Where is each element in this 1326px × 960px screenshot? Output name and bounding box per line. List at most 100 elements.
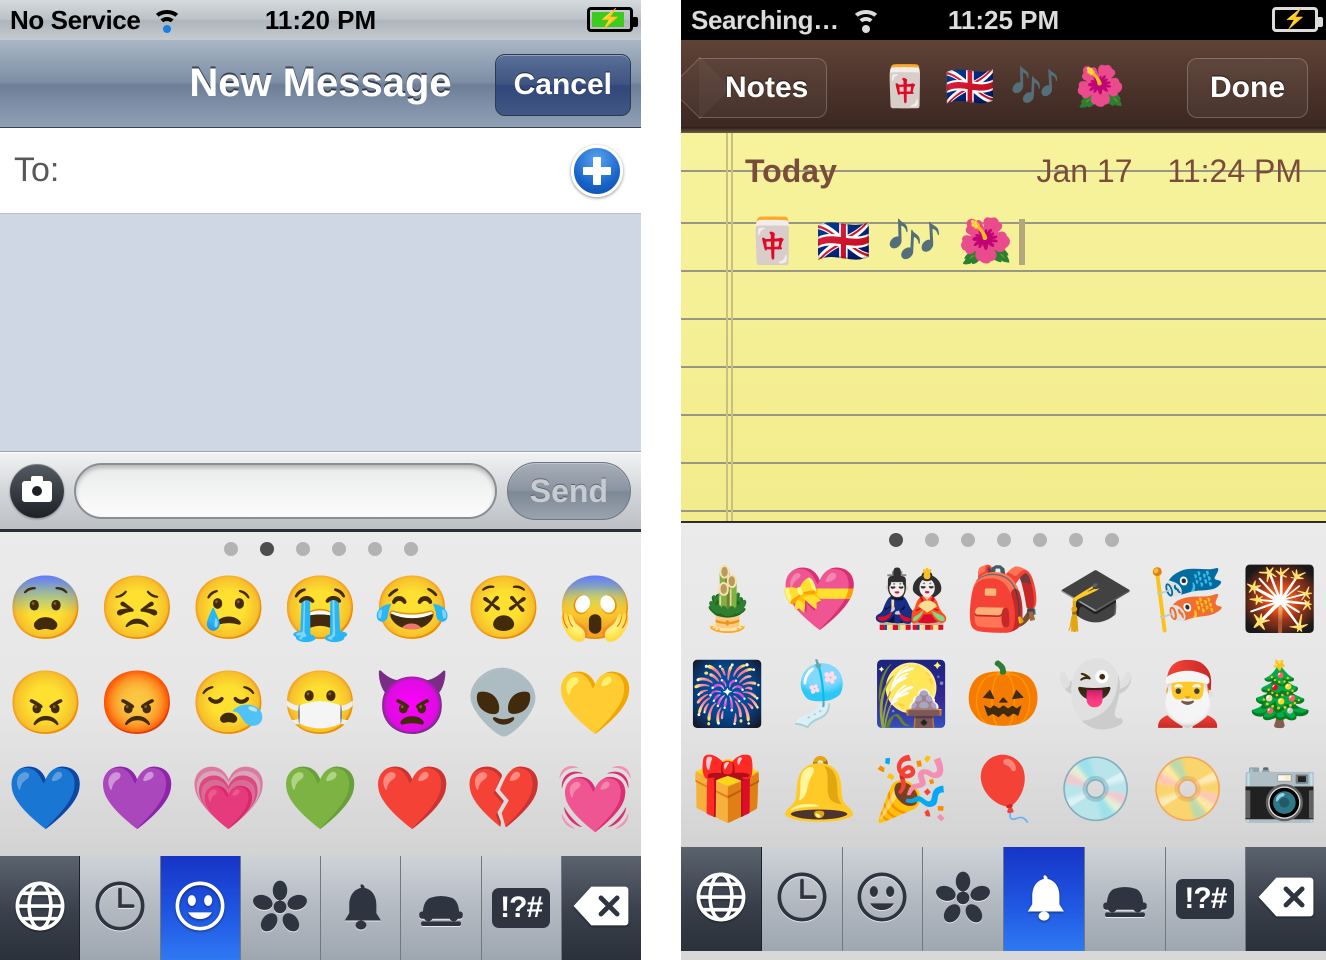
battery-charging-icon: ⚡: [1272, 7, 1323, 32]
emoji-key-school-backpack[interactable]: 🎒: [957, 553, 1049, 648]
page-dot[interactable]: [1104, 533, 1119, 547]
back-to-notes-button[interactable]: Notes: [699, 58, 828, 118]
emoji-keyboard-left: 😨 😣 😢 😭 😂 😵 😱 😠 😡 😪 😷 👿 👽 💛 💙 💜 💗 💚 ❤️ 💔 💓: [0, 532, 641, 856]
keyboard-tab-globe[interactable]: [681, 847, 762, 951]
emoji-key-broken-heart[interactable]: 💔: [458, 751, 550, 846]
keyboard-tab-symbols[interactable]: !?#: [1165, 847, 1247, 951]
keyboard-tab-globe[interactable]: [0, 856, 81, 960]
page-dot[interactable]: [295, 542, 310, 556]
emoji-key-growing-heart[interactable]: 💗: [183, 751, 275, 846]
keyboard-tab-car[interactable]: [1084, 847, 1166, 951]
emoji-key-dizzy-face[interactable]: 😵: [458, 562, 550, 657]
emoji-key-yellow-heart[interactable]: 💛: [549, 657, 641, 752]
delete-icon: [1257, 868, 1315, 931]
emoji-key-bell[interactable]: 🔔: [773, 742, 865, 837]
emoji-grid[interactable]: 🎍 💝 🎎 🎒 🎓 🎏 🎇 🎆 🎐 🎑 🎃 👻 🎅 🎄 🎁 🔔 🎉 🎈 💿 📀 📷: [681, 553, 1326, 837]
recipient-row[interactable]: To:: [0, 128, 641, 214]
emoji-key-dvd[interactable]: 📀: [1142, 742, 1234, 837]
keyboard-tab-delete[interactable]: [1246, 847, 1326, 951]
emoji-key-moon-viewing-ceremony[interactable]: 🎑: [865, 648, 957, 743]
emoji-key-loudly-crying-face[interactable]: 😭: [275, 562, 367, 657]
emoji-key-party-popper[interactable]: 🎉: [865, 742, 957, 837]
emoji-key-pouting-face[interactable]: 😡: [92, 657, 184, 752]
message-input[interactable]: [74, 463, 497, 519]
keyboard-tab-smiley[interactable]: [842, 847, 924, 951]
plus-circle-icon[interactable]: [571, 144, 623, 197]
status-bar-left: No Service 11:20 PM ⚡: [0, 0, 641, 40]
emoji-key-camera[interactable]: 📷: [1234, 742, 1326, 837]
emoji-grid[interactable]: 😨 😣 😢 😭 😂 😵 😱 😠 😡 😪 😷 👿 👽 💛 💙 💜 💗 💚 ❤️ 💔 💓: [0, 562, 641, 846]
keyboard-tab-clock[interactable]: [761, 847, 843, 951]
page-indicator-dots[interactable]: [681, 523, 1326, 553]
keyboard-category-bar[interactable]: !?#: [681, 847, 1326, 951]
emoji-key-face-with-medical-mask[interactable]: 😷: [275, 657, 367, 752]
page-dot[interactable]: [960, 533, 975, 547]
note-paper[interactable]: Today Jan 17 11:24 PM 🀄 🇬🇧 🎶 🌺: [681, 133, 1326, 523]
emoji-key-japanese-dolls[interactable]: 🎎: [865, 553, 957, 648]
send-button[interactable]: Send: [506, 462, 631, 520]
emoji-key-screaming-face[interactable]: 😱: [549, 562, 641, 657]
emoji-key-christmas-tree[interactable]: 🎄: [1234, 648, 1326, 743]
emoji-key-heart-with-ribbon[interactable]: 💝: [773, 553, 865, 648]
smiley-icon: [853, 868, 911, 931]
keyboard-tab-smiley[interactable]: [160, 856, 241, 960]
emoji-key-fearful-face[interactable]: 😨: [0, 562, 92, 657]
page-dot[interactable]: [331, 542, 346, 556]
keyboard-tab-car[interactable]: [401, 856, 482, 960]
emoji-key-angry-face[interactable]: 😠: [0, 657, 92, 752]
emoji-key-green-heart[interactable]: 💚: [275, 751, 367, 846]
emoji-key-crying-face[interactable]: 😢: [183, 562, 275, 657]
keyboard-tab-flower[interactable]: [240, 856, 321, 960]
page-dot[interactable]: [1032, 533, 1047, 547]
emoji-key-beating-heart[interactable]: 💓: [549, 751, 641, 846]
page-dot[interactable]: [924, 533, 939, 547]
keyboard-tab-symbols[interactable]: !?#: [481, 856, 562, 960]
emoji-key-alien[interactable]: 👽: [458, 657, 550, 752]
keyboard-tab-delete[interactable]: [561, 856, 641, 960]
note-body[interactable]: 🀄 🇬🇧 🎶 🌺: [745, 219, 1025, 265]
camera-icon[interactable]: [10, 464, 64, 518]
done-button[interactable]: Done: [1187, 58, 1308, 118]
emoji-key-pine-decoration[interactable]: 🎍: [681, 553, 773, 648]
emoji-key-persevering-face[interactable]: 😣: [92, 562, 184, 657]
emoji-key-wrapped-gift[interactable]: 🎁: [681, 742, 773, 837]
emoji-key-graduation-cap[interactable]: 🎓: [1050, 553, 1142, 648]
page-dot[interactable]: [996, 533, 1011, 547]
emoji-key-carp-streamer[interactable]: 🎏: [1142, 553, 1234, 648]
emoji-key-purple-heart[interactable]: 💜: [92, 751, 184, 846]
emoji-key-fireworks[interactable]: 🎆: [681, 648, 773, 743]
emoji-key-optical-disk[interactable]: 💿: [1050, 742, 1142, 837]
emoji-key-blue-heart[interactable]: 💙: [0, 751, 92, 846]
keyboard-tab-bell[interactable]: [1004, 847, 1085, 951]
bell-icon: [332, 877, 390, 940]
clock-icon: [91, 877, 149, 940]
page-dot[interactable]: [888, 533, 903, 547]
page-dot[interactable]: [403, 542, 418, 556]
keyboard-tab-flower[interactable]: [923, 847, 1004, 951]
emoji-key-ghost[interactable]: 👻: [1050, 648, 1142, 743]
emoji-key-santa-claus[interactable]: 🎅: [1142, 648, 1234, 743]
emoji-key-face-with-tears-of-joy[interactable]: 😂: [366, 562, 458, 657]
keyboard-category-bar[interactable]: !?#: [0, 856, 641, 960]
emoji-key-angry-devil[interactable]: 👿: [366, 657, 458, 752]
emoji-key-sparkler[interactable]: 🎇: [1234, 553, 1326, 648]
page-indicator-dots[interactable]: [0, 532, 641, 562]
page-dot[interactable]: [1068, 533, 1083, 547]
note-date: Jan 17: [1036, 153, 1133, 189]
page-dot[interactable]: [223, 542, 238, 556]
emoji-key-sleepy-face[interactable]: 😪: [183, 657, 275, 752]
emoji-key-red-heart[interactable]: ❤️: [366, 751, 458, 846]
page-dot[interactable]: [367, 542, 382, 556]
smiley-icon: [171, 877, 229, 940]
cancel-button[interactable]: Cancel: [494, 54, 631, 116]
keyboard-tab-bell[interactable]: [321, 856, 402, 960]
emoji-key-wind-chime[interactable]: 🎐: [773, 648, 865, 743]
keyboard-tab-clock[interactable]: [80, 856, 161, 960]
emoji-key-jack-o-lantern[interactable]: 🎃: [957, 648, 1049, 743]
emoji-key-balloon[interactable]: 🎈: [957, 742, 1049, 837]
bell-icon: [1015, 868, 1073, 931]
flower-icon: [251, 877, 309, 940]
status-time: 11:20 PM: [264, 4, 377, 35]
page-dot[interactable]: [259, 542, 274, 556]
notes-nav-bar: Notes 🀄 🇬🇧 🎶 🌺 Done: [681, 40, 1326, 133]
